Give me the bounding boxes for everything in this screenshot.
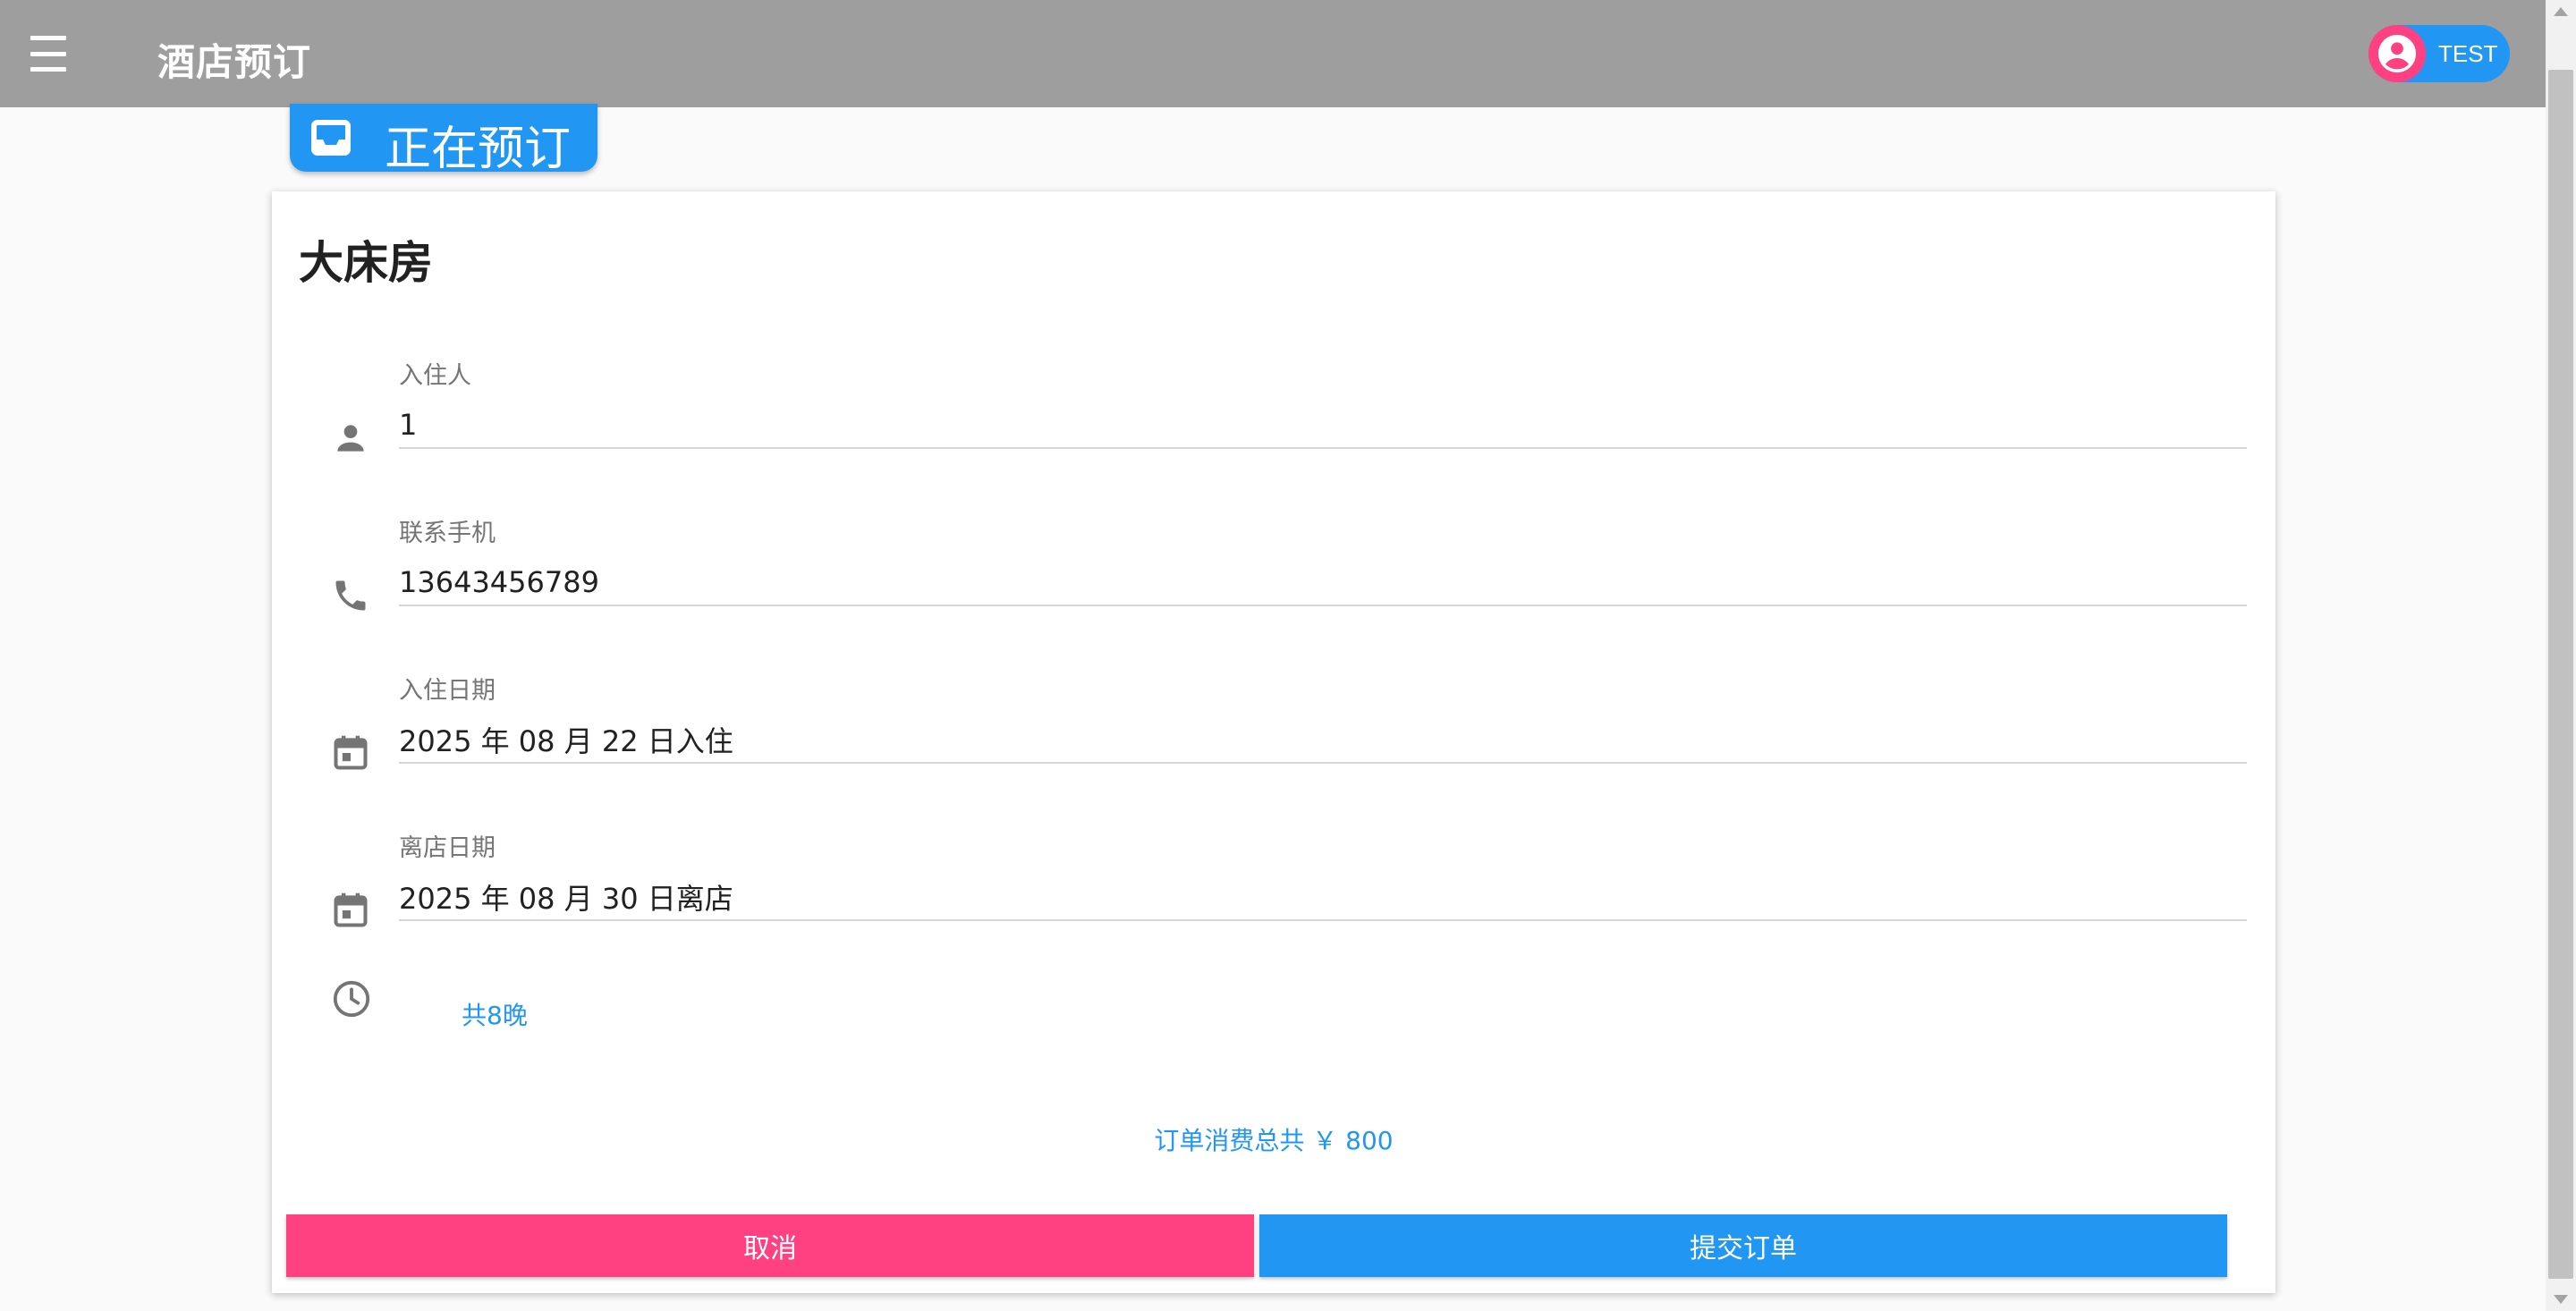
phone-icon xyxy=(331,576,370,615)
calendar-icon xyxy=(331,733,370,773)
scroll-up-icon[interactable] xyxy=(2554,7,2568,16)
user-name: TEST xyxy=(2438,39,2498,67)
phone-label: 联系手机 xyxy=(399,520,496,547)
person-icon xyxy=(331,419,370,458)
account-circle-icon xyxy=(2368,25,2426,82)
user-menu-button[interactable]: TEST xyxy=(2368,25,2510,82)
scroll-down-icon[interactable] xyxy=(2554,1295,2568,1304)
calendar-icon xyxy=(331,891,370,930)
cancel-button[interactable]: 取消 xyxy=(286,1214,1254,1277)
phone-input[interactable] xyxy=(399,553,2247,606)
nights-row: 共8晚 xyxy=(272,978,2275,1050)
app-bar: 酒店预订 TEST xyxy=(0,0,2576,107)
submit-order-button[interactable]: 提交订单 xyxy=(1259,1214,2227,1277)
guest-field: 入住人 xyxy=(272,356,2275,463)
guest-input[interactable] xyxy=(399,395,2247,449)
checkout-field: 离店日期 xyxy=(272,828,2275,935)
scrollbar-thumb[interactable] xyxy=(2548,70,2573,1279)
checkout-date-input[interactable] xyxy=(399,867,2247,921)
room-name: 大床房 xyxy=(299,237,433,289)
app-root: 酒店预订 TEST 正在预订 大床房 入住人 1 联系手机 1364345678… xyxy=(0,0,2576,1311)
booking-form-card: 大床房 入住人 联系手机 xyxy=(272,191,2275,1293)
clock-icon xyxy=(331,978,372,1019)
checkout-label: 离店日期 xyxy=(399,834,496,862)
page-scrollbar[interactable] xyxy=(2546,0,2576,1311)
phone-field: 联系手机 xyxy=(272,513,2275,621)
checkin-date-input[interactable] xyxy=(399,710,2247,764)
status-label: 正在预订 xyxy=(385,123,572,176)
nights-count: 共8晚 xyxy=(462,1001,528,1030)
order-total: 订单消费总共 ￥ 800 xyxy=(1154,1126,1394,1155)
menu-icon[interactable] xyxy=(30,36,70,72)
app-title: 酒店预订 xyxy=(157,40,312,84)
checkin-label: 入住日期 xyxy=(399,677,496,705)
inbox-icon xyxy=(311,120,351,159)
checkin-field: 入住日期 xyxy=(272,671,2275,778)
booking-status-pill: 正在预订 xyxy=(290,104,597,176)
guest-label: 入住人 xyxy=(399,362,471,390)
